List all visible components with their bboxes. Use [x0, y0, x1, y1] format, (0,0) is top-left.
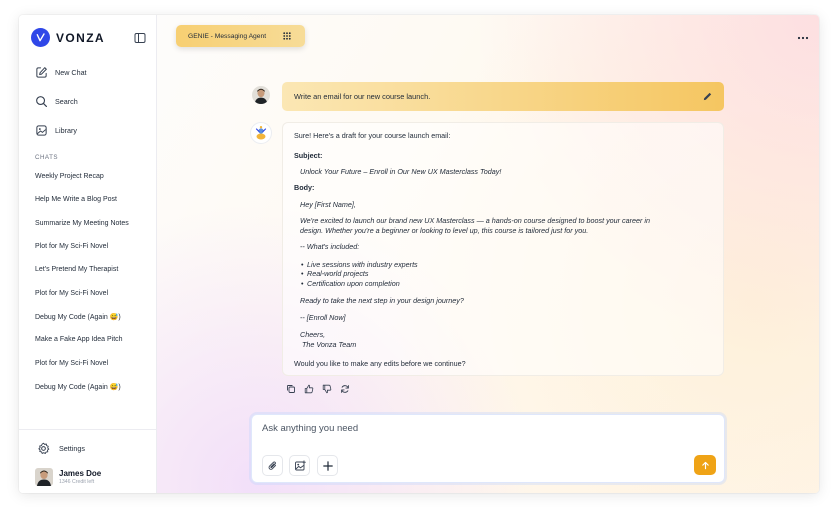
regenerate-icon[interactable] [340, 384, 350, 394]
chat-item[interactable]: Weekly Project Recap [35, 173, 104, 180]
paperclip-icon [268, 461, 276, 470]
bot-avatar [250, 122, 272, 144]
bot-intro: Sure! Here's a draft for your course lau… [294, 131, 451, 140]
user-profile[interactable]: James Doe 1346 Credit left [35, 468, 101, 486]
library-icon [36, 125, 47, 136]
send-button[interactable] [694, 455, 716, 475]
image-upload-icon [294, 459, 306, 470]
sidebar-divider [19, 429, 157, 430]
message-input[interactable] [262, 423, 712, 434]
add-button[interactable] [317, 455, 338, 476]
user-message-bubble: Write an email for our new course launch… [282, 82, 724, 111]
email-team: The Vonza Team [302, 340, 357, 349]
chat-main: GENIE - Messaging Agent Write an email f… [157, 15, 819, 493]
sidebar: VONZA New Chat Search Library CHATS Week… [19, 15, 157, 493]
email-paragraph-line: We're excited to launch our brand new UX… [300, 216, 651, 225]
new-chat-icon [36, 67, 47, 78]
settings-label: Settings [59, 444, 85, 453]
email-bullet: Certification upon completion [301, 280, 400, 288]
image-upload-button[interactable] [289, 455, 310, 476]
search-icon [36, 96, 48, 108]
chat-item[interactable]: Make a Fake App Idea Pitch [35, 336, 123, 343]
avatar [35, 468, 53, 486]
attach-button[interactable] [262, 455, 283, 476]
email-included: -- What's included: [300, 242, 360, 251]
settings-button[interactable]: Settings [37, 442, 85, 455]
bot-followup: Would you like to make any edits before … [294, 359, 466, 368]
email-greeting: Hey [First Name], [300, 200, 356, 209]
nav-new-chat[interactable]: New Chat [35, 66, 87, 79]
user-credits: 1346 Credit left [59, 479, 95, 485]
chat-item[interactable]: Let's Pretend My Therapist [35, 266, 118, 273]
email-signoff: Cheers, [300, 330, 326, 339]
chat-item[interactable]: Plot for My Sci-Fi Novel [35, 360, 108, 367]
thumbs-down-icon[interactable] [322, 384, 332, 394]
composer [251, 414, 725, 483]
app-window: VONZA New Chat Search Library CHATS Week… [19, 15, 819, 493]
user-avatar [252, 86, 270, 104]
chat-item[interactable]: Plot for My Sci-Fi Novel [35, 243, 108, 250]
agent-selector[interactable]: GENIE - Messaging Agent [176, 25, 305, 47]
body-label: Body: [294, 183, 315, 192]
nav-library[interactable]: Library [35, 124, 77, 137]
email-bullet: Live sessions with industry experts [301, 261, 418, 269]
agent-label: GENIE - Messaging Agent [188, 32, 267, 40]
edit-pencil-icon[interactable] [702, 91, 713, 102]
user-name: James Doe [59, 469, 102, 478]
copy-icon[interactable] [286, 384, 296, 394]
plus-icon [322, 460, 333, 471]
email-subject: Unlock Your Future – Enroll in Our New U… [300, 167, 502, 176]
user-message-text: Write an email for our new course launch… [294, 92, 431, 101]
chat-item[interactable]: Debug My Code (Again 😅) [35, 383, 121, 391]
sidebar-collapse-icon[interactable] [134, 32, 146, 44]
chat-item[interactable]: Help Me Write a Blog Post [35, 196, 117, 203]
bot-message-card: Sure! Here's a draft for your course lau… [282, 122, 724, 376]
brand[interactable]: VONZA [31, 28, 105, 47]
chat-item[interactable]: Plot for My Sci-Fi Novel [35, 290, 108, 297]
more-options-icon[interactable] [797, 35, 809, 41]
nav-label: Library [55, 126, 77, 135]
email-cta-question: Ready to take the next step in your desi… [300, 296, 464, 305]
email-bullet: Real-world projects [301, 270, 368, 278]
gear-icon [38, 442, 50, 454]
chat-item[interactable]: Debug My Code (Again 😅) [35, 313, 121, 321]
chats-section-label: CHATS [35, 154, 59, 161]
thumbs-up-icon[interactable] [304, 384, 314, 394]
nav-search[interactable]: Search [35, 95, 78, 108]
vonza-logo-icon [31, 28, 50, 47]
brand-name: VONZA [56, 30, 105, 45]
nav-label: Search [55, 97, 78, 106]
email-cta-link: -- [Enroll Now] [300, 313, 346, 322]
grid-icon [283, 32, 291, 40]
genie-icon [255, 126, 267, 140]
subject-label: Subject: [294, 151, 323, 160]
message-actions [286, 384, 350, 394]
chat-item[interactable]: Summarize My Meeting Notes [35, 220, 129, 227]
email-paragraph-line: design. Whether you're a beginner or loo… [300, 226, 589, 235]
nav-label: New Chat [55, 68, 87, 77]
arrow-up-icon [701, 461, 709, 469]
